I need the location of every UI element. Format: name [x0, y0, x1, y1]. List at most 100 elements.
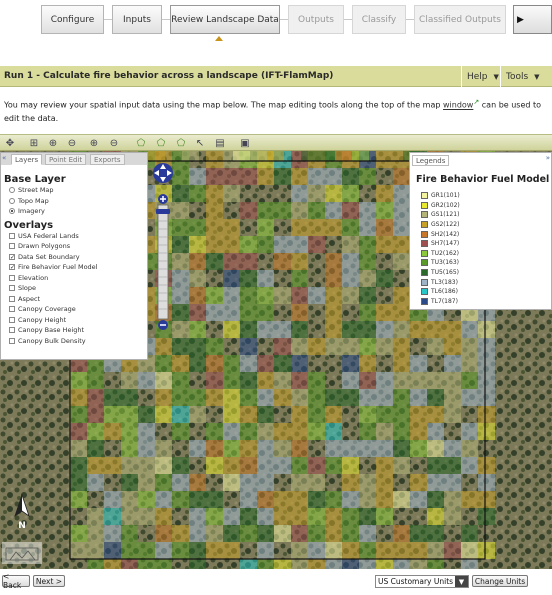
fuel-cell: [478, 474, 495, 491]
fuel-cell: [274, 168, 291, 185]
zoom-slider-track[interactable]: [157, 204, 169, 320]
fuel-cell: [325, 491, 342, 508]
zoom-slider-handle[interactable]: [156, 209, 170, 214]
zoom-in-box-icon[interactable]: ⊕: [87, 136, 101, 150]
fuel-cell: [172, 202, 189, 219]
zoom-control[interactable]: [153, 161, 173, 331]
tools-menu[interactable]: Tools ▼: [500, 66, 552, 87]
base-layer-topo-map[interactable]: Topo Map: [1, 196, 147, 207]
edit-polygon-icon[interactable]: ⬠: [154, 136, 168, 150]
overlay-canopy-bulk-density[interactable]: Canopy Bulk Density: [1, 336, 147, 347]
overlay-canopy-height[interactable]: Canopy Height: [1, 315, 147, 326]
tab-layers[interactable]: Layers: [11, 154, 43, 165]
fuel-cell: [206, 219, 223, 236]
fuel-cell: [121, 440, 138, 457]
add-polygon-icon[interactable]: ⬠: [134, 136, 148, 150]
step-inputs[interactable]: Inputs: [112, 5, 162, 34]
checkbox-fire-behavior-fuel-model[interactable]: ✓: [9, 264, 15, 271]
legend-item: GR1(101): [421, 191, 460, 201]
checkbox-usa-federal-lands[interactable]: [9, 232, 15, 239]
checkbox-data-set-boundary[interactable]: ✓: [9, 253, 15, 260]
back-button[interactable]: < Back: [2, 572, 30, 590]
overlay-canopy-base-height[interactable]: Canopy Base Height: [1, 325, 147, 336]
fuel-cell: [461, 355, 478, 372]
checkbox-slope[interactable]: [9, 285, 15, 292]
help-menu[interactable]: Help ▼: [461, 66, 500, 87]
fuel-cell: [308, 219, 325, 236]
overlay-data-set-boundary[interactable]: ✓ Data Set Boundary: [1, 252, 147, 263]
base-layer-street-map[interactable]: Street Map: [1, 185, 147, 196]
zoom-in-icon[interactable]: ⊕: [46, 136, 60, 150]
checkbox-canopy-coverage[interactable]: [9, 306, 15, 313]
legend-label: SH7(147): [431, 240, 460, 248]
checkbox-aspect[interactable]: [9, 295, 15, 302]
attribute-table-icon[interactable]: ▤: [213, 136, 227, 150]
zoom-out-icon[interactable]: ⊖: [65, 136, 79, 150]
fuel-cell: [104, 559, 121, 569]
fuel-cell: [240, 508, 257, 525]
fuel-cell: [325, 457, 342, 474]
fuel-cell: [70, 440, 87, 457]
tab-exports[interactable]: Exports: [90, 154, 125, 165]
fuel-cell: [189, 389, 206, 406]
fuel-cell: [206, 168, 223, 185]
change-units-button[interactable]: Change Units: [472, 575, 528, 587]
next-button[interactable]: Next >: [33, 575, 65, 587]
checkbox-canopy-bulk-density[interactable]: [9, 337, 15, 344]
legend-item: SH2(142): [421, 229, 460, 239]
select-polygon-icon[interactable]: ⬠: [174, 136, 188, 150]
tab-point-edit[interactable]: Point Edit: [45, 154, 87, 165]
tab-legends[interactable]: Legends: [412, 155, 450, 166]
fuel-cell: [410, 372, 427, 389]
fuel-cell: [121, 508, 138, 525]
fuel-cell: [478, 406, 495, 423]
window-link[interactable]: window: [443, 101, 473, 110]
checkbox-canopy-height[interactable]: [9, 316, 15, 323]
checkbox-drawn-polygons[interactable]: [9, 243, 15, 250]
pan-icon[interactable]: ✥: [3, 136, 17, 150]
checkbox-elevation[interactable]: [9, 274, 15, 281]
radio-topo-map[interactable]: [9, 197, 15, 204]
fuel-cell: [240, 457, 257, 474]
radio-imagery[interactable]: [9, 208, 15, 215]
wizard-next-arrow[interactable]: ▶: [513, 5, 552, 34]
fuel-cell: [155, 355, 172, 372]
fuel-cell: [155, 559, 172, 569]
overlay-canopy-coverage[interactable]: Canopy Coverage: [1, 304, 147, 315]
legend-item: TU2(162): [421, 249, 460, 259]
fuel-cell: [376, 372, 393, 389]
collapse-panel-icon[interactable]: «: [2, 154, 6, 162]
fuel-cell: [393, 542, 410, 559]
radio-street-map[interactable]: [9, 187, 15, 194]
fuel-cell: [257, 236, 274, 253]
overlay-fire-behavior-fuel-model[interactable]: ✓ Fire Behavior Fuel Model: [1, 262, 147, 273]
base-layer-imagery[interactable]: Imagery: [1, 206, 147, 217]
fuel-cell: [342, 372, 359, 389]
zoom-out-box-icon[interactable]: ⊖: [107, 136, 121, 150]
fuel-cell: [155, 406, 172, 423]
fuel-cell: [410, 491, 427, 508]
fuel-cell: [342, 321, 359, 338]
zoom-out-button[interactable]: [158, 320, 168, 330]
units-select[interactable]: US Customary Units ▼: [375, 575, 469, 588]
pointer-icon[interactable]: ↖: [193, 136, 207, 150]
overlay-aspect[interactable]: Aspect: [1, 294, 147, 305]
overlay-elevation[interactable]: Elevation: [1, 273, 147, 284]
step-configure[interactable]: Configure: [41, 5, 104, 34]
collapse-legend-icon[interactable]: »: [546, 154, 550, 162]
zoom-extent-icon[interactable]: ⊞: [27, 136, 41, 150]
step-review-landscape-data[interactable]: Review Landscape Data: [170, 5, 280, 34]
fuel-cell: [206, 457, 223, 474]
fuel-cell: [240, 236, 257, 253]
overlay-drawn-polygons[interactable]: Drawn Polygons: [1, 241, 147, 252]
identify-icon[interactable]: ▣: [238, 136, 252, 150]
zoom-in-button[interactable]: [158, 194, 168, 204]
pan-arrows-icon[interactable]: [153, 163, 173, 183]
fuel-cell: [104, 491, 121, 508]
checkbox-canopy-base-height[interactable]: [9, 327, 15, 334]
fuel-cell: [393, 219, 410, 236]
overlay-usa-federal-lands[interactable]: USA Federal Lands: [1, 231, 147, 242]
legend-swatch: [421, 221, 428, 229]
fuel-cell: [342, 457, 359, 474]
overlay-slope[interactable]: Slope: [1, 283, 147, 294]
